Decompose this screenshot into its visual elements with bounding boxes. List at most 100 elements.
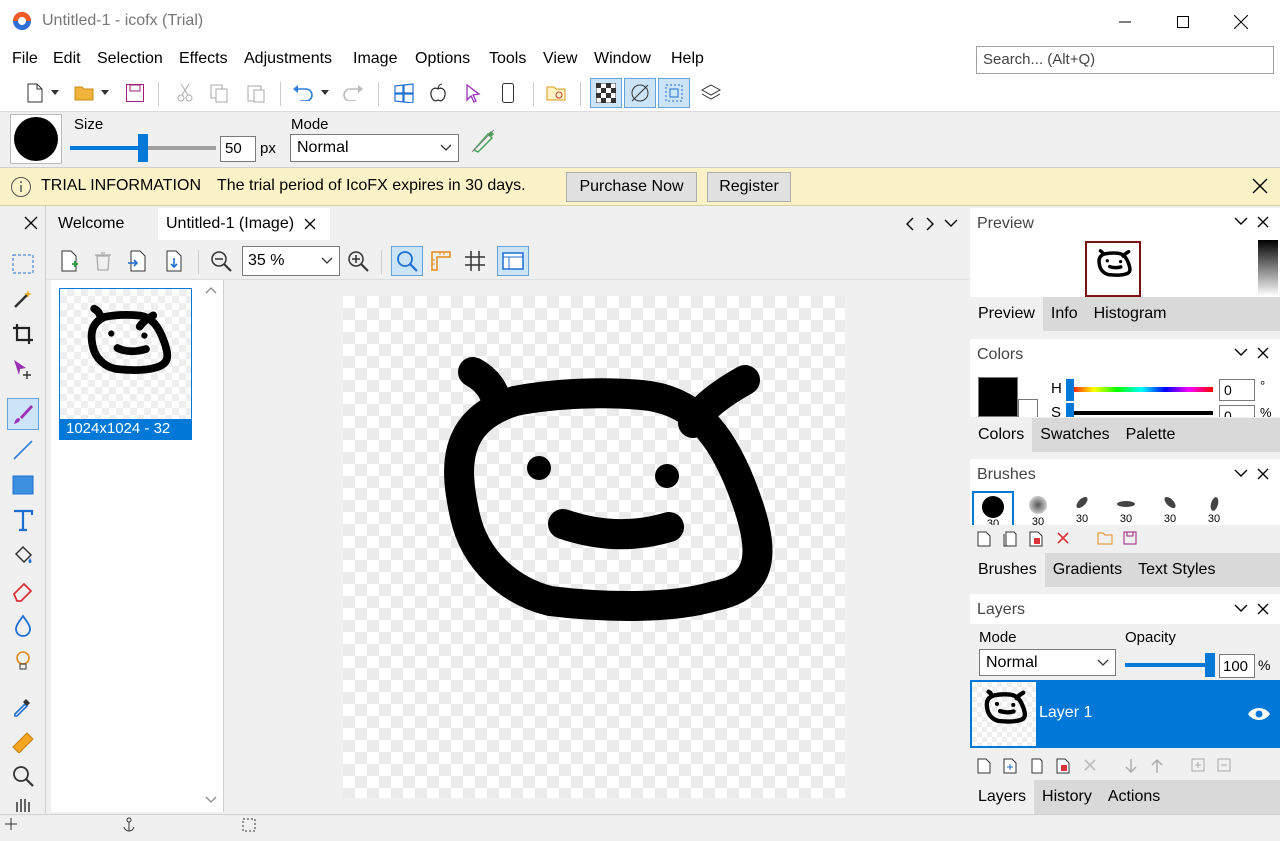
move-tool-icon[interactable] [7,353,39,385]
maximize-button[interactable] [1154,0,1212,44]
menu-effects[interactable]: Effects [179,50,228,68]
opacity-slider-thumb[interactable] [1205,653,1215,677]
layers-icon[interactable] [698,80,724,106]
open-dropdown-icon[interactable] [98,80,112,106]
new-image-icon[interactable] [57,248,83,274]
brushes-close-icon[interactable] [1257,468,1269,480]
menu-window[interactable]: Window [594,50,651,68]
tab-swatches[interactable]: Swatches [1032,418,1117,452]
brush-preset-6[interactable]: 30 [1193,491,1235,525]
zoom-select[interactable]: 35 % [242,246,340,276]
eraser-tool-icon[interactable] [7,575,39,607]
dodge-tool-icon[interactable] [7,645,39,677]
tab-history[interactable]: History [1034,780,1100,814]
opacity-slider[interactable] [1125,663,1213,667]
zoom-in-icon[interactable] [345,248,371,274]
menu-tools[interactable]: Tools [489,50,526,68]
brush-preset-2[interactable]: 30 [1017,491,1059,525]
delete-brush-icon[interactable] [1056,531,1070,545]
search-input[interactable]: Search... (Alt+Q) [976,46,1274,74]
tab-histogram[interactable]: Histogram [1086,297,1175,331]
duplicate-brush-icon[interactable] [1003,531,1017,547]
line-tool-icon[interactable] [7,434,39,466]
export-image-icon[interactable] [160,248,186,274]
size-input[interactable]: 50 [220,136,256,162]
save-brushes-icon[interactable] [1123,531,1137,545]
tab-layers[interactable]: Layers [970,780,1035,814]
saturation-slider-thumb[interactable] [1066,403,1074,417]
copy-icon[interactable] [206,80,232,106]
rect-select-tool-icon[interactable] [7,248,39,280]
layer-row[interactable]: Layer 1 [970,680,1280,748]
brush-preset-4[interactable]: 30 [1105,491,1147,525]
minimize-button[interactable] [1096,0,1154,44]
menu-edit[interactable]: Edit [53,50,81,68]
panel-layout-toggle-icon[interactable] [497,246,529,276]
cursor-icon[interactable] [460,80,486,106]
hand-tool-icon[interactable] [7,792,39,812]
cut-icon[interactable] [172,80,198,106]
undo-dropdown-icon[interactable] [318,80,332,106]
preview-background-strip[interactable] [1258,240,1278,296]
tab-info[interactable]: Info [1043,297,1086,331]
no-mask-toggle-icon[interactable] [624,78,656,108]
save-icon[interactable] [122,80,148,106]
move-layer-up-icon[interactable] [1151,758,1163,774]
size-slider-thumb[interactable] [138,134,148,162]
zoom-out-icon[interactable] [208,248,234,274]
thumb-scroll-down-icon[interactable] [205,796,217,804]
new-brush-icon[interactable] [977,531,991,547]
menu-view[interactable]: View [543,50,577,68]
blur-tool-icon[interactable] [7,610,39,642]
eye-visibility-icon[interactable] [1247,706,1271,722]
crop-tool-icon[interactable] [7,318,39,350]
zoom-fit-toggle-icon[interactable] [391,246,423,276]
magic-wand-tool-icon[interactable] [7,283,39,315]
brushes-collapse-icon[interactable] [1234,468,1248,478]
selection-toggle-icon[interactable] [658,78,690,108]
layers-close-icon[interactable] [1257,603,1269,615]
import-image-icon[interactable] [124,248,150,274]
brush-preset-3[interactable]: 30 [1061,491,1103,525]
thumb-scroll-up-icon[interactable] [205,286,217,294]
mode-select[interactable]: Normal [290,134,459,162]
saturation-input[interactable]: 0 [1219,405,1255,417]
menu-image[interactable]: Image [353,50,397,68]
ruler-tool-icon[interactable] [7,725,39,757]
purchase-now-button[interactable]: Purchase Now [566,172,697,202]
rectangle-tool-icon[interactable] [7,469,39,501]
close-window-button[interactable] [1212,0,1270,44]
new-dropdown-icon[interactable] [48,80,62,106]
brush-preset-1[interactable]: 30 [972,491,1014,525]
layer-mask-icon[interactable] [1217,758,1231,772]
clear-layer-icon[interactable] [1083,758,1097,772]
colors-close-icon[interactable] [1257,347,1269,359]
new-layer-icon[interactable] [977,758,991,774]
browse-folder-icon[interactable] [544,80,570,106]
tab-list-chevron-icon[interactable] [944,218,958,228]
hue-input[interactable]: 0 [1219,379,1255,401]
open-brushes-icon[interactable] [1097,531,1113,545]
grid-toggle-icon[interactable] [462,248,488,274]
delete-image-icon[interactable] [90,248,116,274]
tab-welcome[interactable]: Welcome [50,208,132,240]
saturation-slider[interactable] [1070,411,1213,415]
duplicate-layer-icon[interactable] [1003,758,1017,774]
primary-color-swatch[interactable] [978,377,1018,417]
menu-selection[interactable]: Selection [97,50,163,68]
new-file-icon[interactable] [22,80,48,106]
merge-layer-icon[interactable] [1029,758,1043,774]
tab-palette[interactable]: Palette [1118,418,1184,452]
close-trial-icon[interactable] [1252,178,1268,194]
redo-icon[interactable] [340,80,366,106]
open-folder-icon[interactable] [72,80,98,106]
zoom-tool-icon[interactable] [7,760,39,792]
tab-brushes[interactable]: Brushes [970,553,1045,587]
preview-collapse-icon[interactable] [1234,216,1248,226]
tab-scroll-left-icon[interactable] [905,217,915,231]
pen-pressure-icon[interactable] [470,128,496,154]
tab-untitled-1[interactable]: Untitled-1 (Image) [158,208,330,240]
paste-icon[interactable] [243,80,269,106]
brush-preset-5[interactable]: 30 [1149,491,1191,525]
hue-slider[interactable] [1070,387,1213,392]
